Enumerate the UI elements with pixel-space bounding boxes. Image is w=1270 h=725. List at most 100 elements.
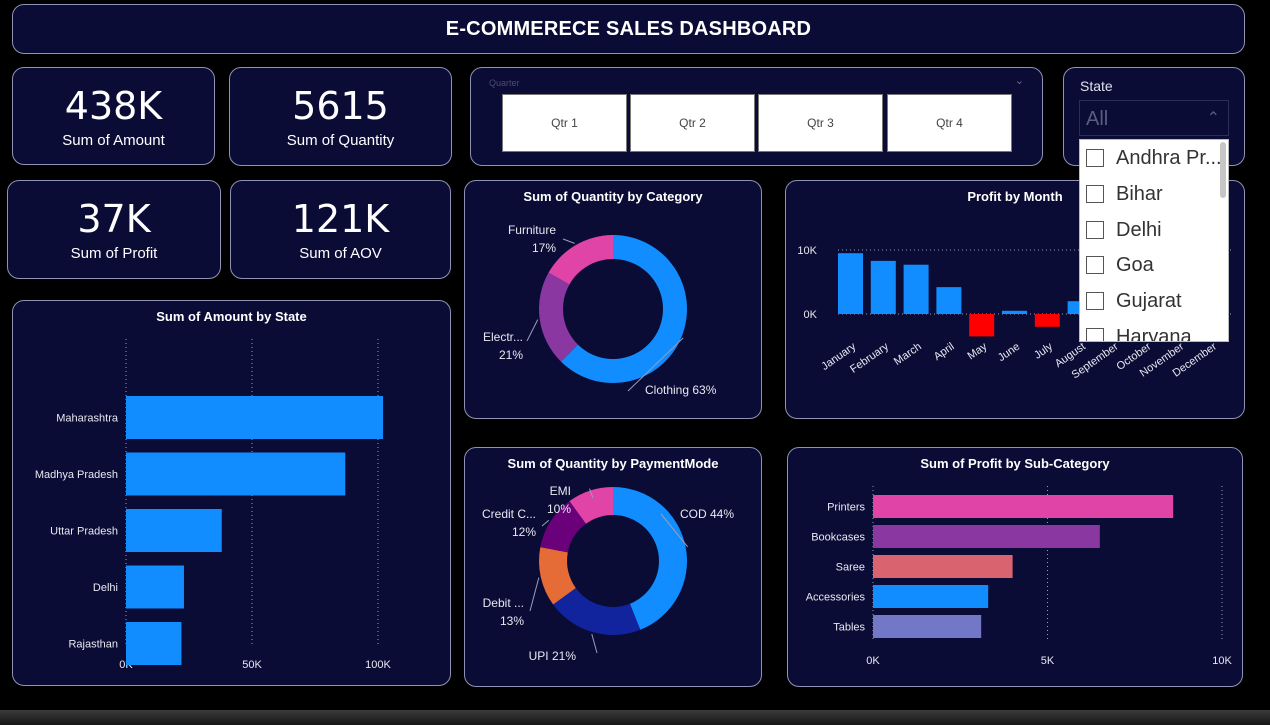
bar — [936, 287, 962, 314]
leader-line — [591, 633, 598, 654]
x-tick-label: 10K — [1212, 655, 1232, 667]
state-dropdown-value: All — [1086, 108, 1109, 130]
quarter-button-q3[interactable]: Qtr 3 — [758, 94, 883, 152]
bar — [126, 396, 384, 439]
y-tick-label: 10K — [797, 245, 817, 257]
kpi-card-aov: 121K Sum of AOV — [230, 180, 451, 279]
slice-name-label: EMI — [550, 484, 571, 498]
state-option-label: Andhra Pr... — [1116, 146, 1222, 169]
kpi-value: 121K — [291, 197, 390, 241]
state-option[interactable]: Gujarat — [1086, 286, 1182, 316]
quarter-button-q1[interactable]: Qtr 1 — [502, 94, 627, 152]
dashboard-title: E-COMMERECE SALES DASHBOARD — [12, 4, 1245, 54]
kpi-card-profit: 37K Sum of Profit — [7, 180, 221, 279]
checkbox[interactable] — [1086, 256, 1104, 274]
checkbox[interactable] — [1086, 149, 1104, 167]
chevron-up-icon[interactable]: ⌃ — [1207, 101, 1220, 137]
bar — [969, 314, 995, 337]
chart-profit-by-subcategory: Sum of Profit by Sub-Category 0K 5K 10K Pri… — [787, 447, 1243, 687]
state-option-label: Delhi — [1116, 218, 1162, 241]
checkbox[interactable] — [1086, 185, 1104, 203]
category-label: Saree — [836, 562, 865, 574]
bar — [873, 615, 982, 638]
profit-by-subcategory-svg: 0K 5K 10K Printers Bookcases Saree Accessories… — [806, 486, 1232, 667]
category-label: Madhya Pradesh — [35, 469, 118, 481]
kpi-value: 5615 — [292, 84, 389, 128]
state-dropdown[interactable]: All ⌃ — [1079, 100, 1229, 136]
state-option-label: Bihar — [1116, 182, 1163, 205]
state-option-label: Haryana — [1116, 325, 1192, 342]
kpi-card-amount: 438K Sum of Amount — [12, 67, 215, 165]
x-tick-label: May — [966, 340, 990, 362]
x-tick-label: 100K — [365, 659, 391, 671]
kpi-label: Sum of Quantity — [286, 132, 395, 149]
bar — [870, 260, 896, 314]
quarter-slicer-label: Quarter — [489, 78, 520, 88]
bar — [126, 565, 184, 609]
donut-slice — [553, 588, 641, 635]
bar — [126, 622, 182, 665]
x-tick-label: 50K — [242, 659, 262, 671]
state-option-label: Gujarat — [1116, 289, 1182, 312]
state-option-label: Goa — [1116, 253, 1154, 276]
kpi-label: Sum of AOV — [299, 245, 382, 262]
y-tick-label: 0K — [804, 309, 818, 321]
chart-amount-by-state: Sum of Amount by State 0K50K100KMaharash… — [12, 300, 451, 686]
kpi-value: 37K — [77, 197, 151, 241]
donut-slice — [548, 235, 613, 285]
kpi-card-quantity: 5615 Sum of Quantity — [229, 67, 452, 166]
state-dropdown-list[interactable]: Andhra Pr... Bihar Delhi Goa Gujarat Har… — [1079, 139, 1229, 342]
bar — [126, 452, 346, 496]
donut-slice — [539, 272, 578, 362]
quarter-button-q2[interactable]: Qtr 2 — [630, 94, 755, 152]
chart-quantity-by-category: Sum of Quantity by Category Clothing 63%… — [464, 180, 762, 419]
checkbox[interactable] — [1086, 221, 1104, 239]
category-label: Bookcases — [811, 532, 865, 544]
category-label: Printers — [827, 502, 865, 514]
bar — [126, 509, 222, 552]
slice-value-label: Clothing 63% — [645, 383, 717, 397]
category-label: Delhi — [93, 582, 118, 594]
x-tick-label: March — [892, 341, 924, 368]
bar — [1034, 314, 1060, 327]
leader-line — [562, 238, 575, 244]
bar — [838, 253, 863, 314]
bar — [873, 585, 989, 608]
checkbox[interactable] — [1086, 292, 1104, 310]
state-option[interactable]: Delhi — [1086, 215, 1162, 245]
checkbox[interactable] — [1086, 328, 1104, 341]
slice-name-label: Debit ... — [483, 596, 524, 610]
category-label: Accessories — [806, 592, 866, 604]
x-tick-label: 0K — [866, 655, 880, 667]
x-tick-label: 5K — [1041, 655, 1055, 667]
chevron-down-icon[interactable]: ⌄ — [1015, 74, 1024, 87]
kpi-label: Sum of Profit — [70, 245, 158, 262]
slice-value-label: 13% — [500, 614, 524, 628]
slice-name-label: Credit C... — [482, 507, 536, 521]
bar — [873, 555, 1013, 578]
amount-by-state-svg: 0K50K100KMaharashtraMadhya PradeshUttar … — [35, 339, 392, 671]
slice-value-label: UPI 21% — [529, 649, 577, 663]
bar — [873, 495, 1174, 518]
x-tick-label: April — [932, 341, 957, 363]
quantity-by-category-svg: Clothing 63% Electr... 21% Furniture 17% — [483, 223, 717, 397]
category-label: Tables — [833, 622, 865, 634]
bottom-bar — [0, 710, 1270, 725]
state-option[interactable]: Bihar — [1086, 179, 1163, 209]
slice-name-label: Furniture — [508, 223, 556, 237]
state-slicer-title: State — [1080, 78, 1113, 94]
state-option[interactable]: Goa — [1086, 250, 1154, 280]
leader-line — [526, 319, 539, 342]
quarter-slicer: Quarter ⌄ Qtr 1 Qtr 2 Qtr 3 Qtr 4 — [470, 67, 1043, 166]
quarter-button-q4[interactable]: Qtr 4 — [887, 94, 1012, 152]
slice-value-label: 17% — [532, 241, 556, 255]
state-option[interactable]: Haryana — [1086, 322, 1192, 342]
slice-value-label: 12% — [512, 525, 536, 539]
chart-quantity-by-paymentmode: Sum of Quantity by PaymentMode COD 44% UP… — [464, 447, 762, 687]
slice-name-label: Electr... — [483, 330, 523, 344]
leader-line — [541, 519, 550, 527]
bar — [873, 525, 1100, 548]
state-option[interactable]: Andhra Pr... — [1086, 143, 1222, 173]
bar — [1002, 310, 1027, 314]
kpi-value: 438K — [64, 83, 163, 128]
